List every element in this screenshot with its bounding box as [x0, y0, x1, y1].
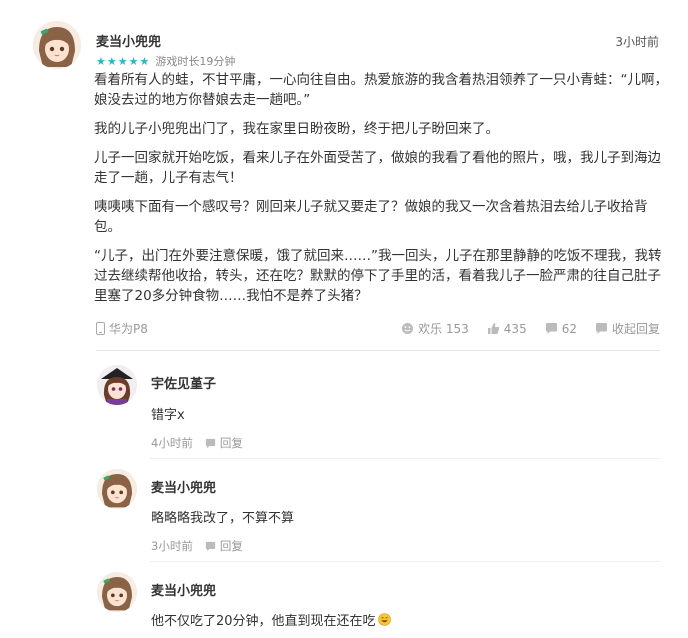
reply-time: 3小时前 [151, 539, 193, 553]
star-icon: ★ [139, 54, 150, 68]
post-timestamp: 3小时前 [615, 35, 659, 49]
reply-label: 回复 [219, 539, 243, 553]
comment-icon [205, 438, 215, 448]
comment-icon [545, 323, 557, 334]
reply-text: 错字x [151, 408, 185, 423]
phone-icon [96, 322, 105, 335]
post-actions: 欢乐 153 435 62 收起回复 [383, 320, 660, 337]
review-content: 看着所有人的蛙，不甘平庸，一心向往自由。热爱旅游的我含着热泪领养了一只小青蛙：“… [94, 70, 669, 315]
happy-label: 欢乐 153 [418, 322, 469, 336]
review-paragraph: 我的儿子小兜兜出门了，我在家里日盼夜盼，终于把儿子盼回来了。 [94, 121, 499, 137]
rating: ★ ★ ★ ★ ★ 游戏时长19分钟 [96, 53, 235, 69]
star-icon: ★ [117, 54, 128, 68]
avatar[interactable] [97, 469, 137, 509]
comment-count: 62 [561, 321, 577, 336]
star-icon: ★ [96, 54, 106, 68]
happy-button[interactable]: 欢乐 153 [401, 320, 469, 337]
like-count: 435 [503, 321, 527, 336]
reply-time: 4小时前 [151, 436, 193, 450]
reply-meta: 3小时前 回复 [151, 538, 243, 554]
reply-author[interactable]: 麦当小兜兜 [151, 477, 216, 496]
smile-emoji-icon [377, 613, 391, 626]
reply-text: 他不仅吃了20分钟，他直到现在还在吃 [151, 614, 376, 629]
avatar[interactable] [97, 572, 137, 612]
avatar[interactable] [97, 365, 137, 405]
review-paragraph: 儿子一回家就开始吃饭，看来儿子在外面受苦了，做娘的我看了看他的照片，哦，我儿子到… [94, 150, 661, 186]
divider [150, 561, 660, 562]
reply-text: 略略略我改了，不算不算 [151, 511, 295, 526]
review-paragraph: 看着所有人的蛙，不甘平庸，一心向往自由。热爱旅游的我含着热泪领养了一只小青蛙：“… [94, 72, 668, 108]
author-name[interactable]: 麦当小兜兜 [96, 31, 161, 50]
post-footer: 华为P8 欢乐 153 435 62 收起回复 [96, 320, 660, 338]
collapse-label: 收起回复 [611, 322, 660, 336]
reply-author[interactable]: 麦当小兜兜 [151, 580, 216, 599]
star-icon: ★ [106, 54, 117, 68]
divider [150, 458, 660, 459]
device-name: 华为P8 [109, 322, 148, 336]
smile-face-icon [402, 323, 414, 334]
comment-button[interactable]: 62 [545, 322, 577, 336]
collapse-replies-button[interactable]: 收起回复 [595, 320, 660, 337]
reply-text-row: 他不仅吃了20分钟，他直到现在还在吃 [151, 610, 391, 629]
reply-author[interactable]: 宇佐见堇子 [151, 373, 216, 392]
comment-icon [205, 541, 215, 551]
reply-meta: 4小时前 回复 [151, 435, 243, 451]
reply-button[interactable]: 回复 [205, 538, 243, 554]
review-paragraph: 咦咦咦下面有一个感叹号？刚回来儿子就又要走了？做娘的我又一次含着热泪去给儿子收拾… [94, 199, 648, 235]
like-button[interactable]: 435 [487, 322, 527, 336]
divider [96, 350, 660, 351]
review-paragraph: “儿子，出门在外要注意保暖，饿了就回来……”我一回头，儿子在那里静静的吃饭不理我… [94, 248, 662, 304]
thumbs-up-icon [487, 323, 499, 334]
reply-label: 回复 [219, 436, 243, 450]
reply-button[interactable]: 回复 [205, 435, 243, 451]
comment-icon [595, 323, 607, 334]
playtime: 游戏时长19分钟 [155, 55, 236, 68]
star-icon: ★ [128, 54, 139, 68]
device-info: 华为P8 [96, 320, 148, 337]
avatar[interactable] [33, 21, 81, 69]
